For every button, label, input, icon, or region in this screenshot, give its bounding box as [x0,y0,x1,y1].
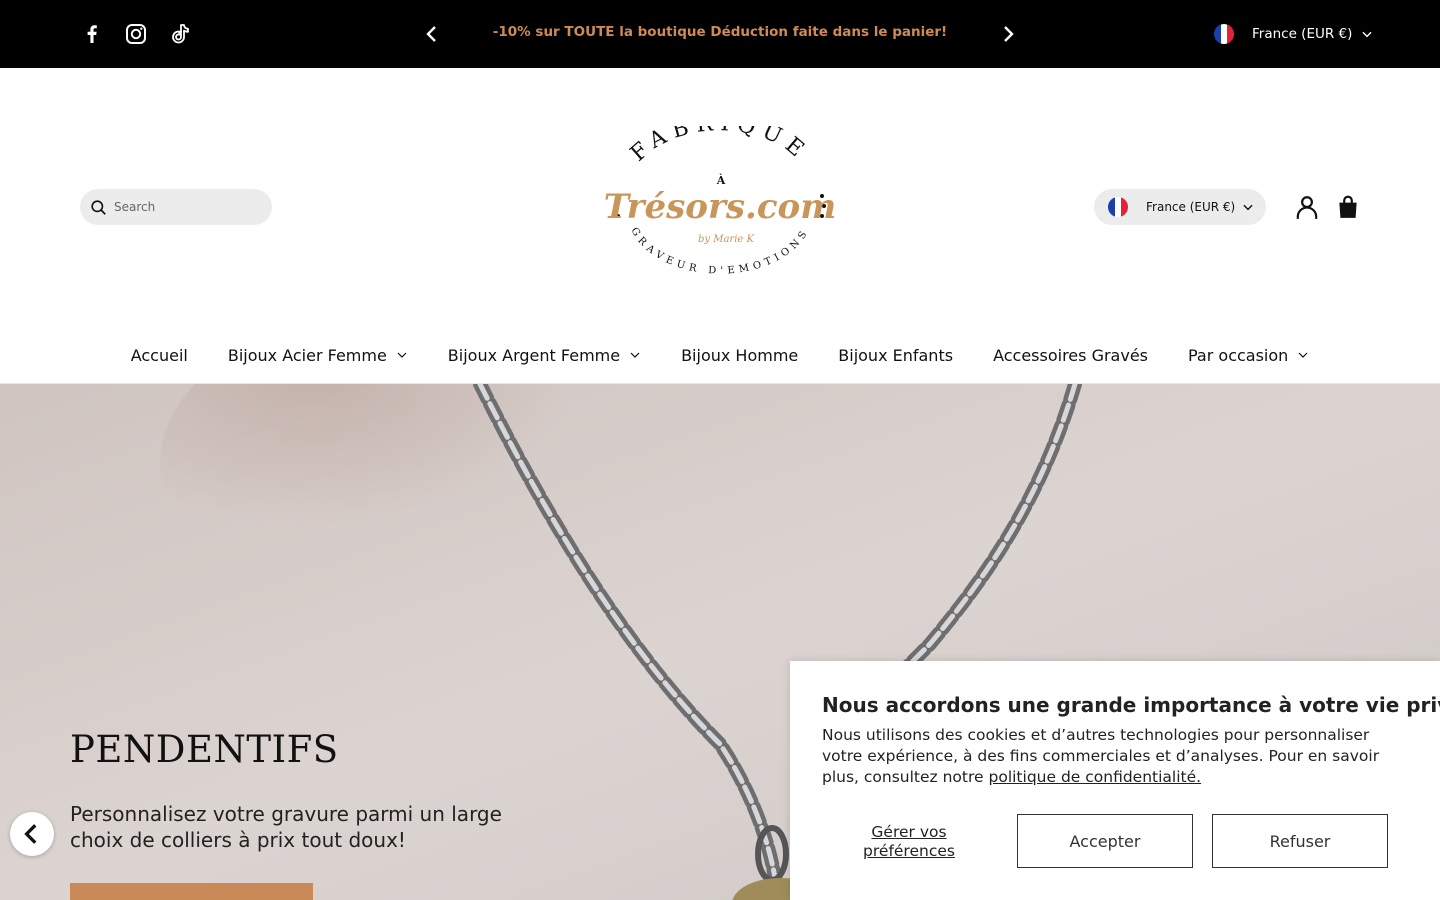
site-header: FABRIQUE À Trésors.com by Marie K GRAVEU… [0,68,1440,384]
chevron-right-icon[interactable] [996,22,1020,46]
facebook-icon[interactable] [80,22,104,46]
nav-item-bijoux-argent-femme[interactable]: Bijoux Argent Femme [448,340,641,370]
search-icon [91,199,106,215]
country-label: France (EUR €) [1146,200,1236,214]
cart-icon[interactable] [1335,194,1361,220]
cookie-body: Nous utilisons des cookies et d’autres t… [822,725,1402,788]
manage-preferences-link[interactable]: Gérer vos préférences [844,823,974,861]
nav-item-label: Bijoux Homme [681,345,799,365]
cookie-consent-banner: Nous accordons une grande importance à v… [790,661,1440,900]
country-label: France (EUR €) [1252,26,1353,42]
account-icon[interactable] [1294,194,1320,220]
hero-subtitle: Personnalisez votre gravure parmi un lar… [70,802,502,852]
tiktok-icon[interactable] [168,22,192,46]
chevron-down-icon [1362,31,1372,38]
slider-prev-button[interactable] [10,812,54,856]
country-selector-top[interactable]: France (EUR €) [1214,22,1374,46]
nav-item-par-occasion[interactable]: Par occasion [1188,340,1309,370]
france-flag-icon [1108,197,1128,217]
nav-item-bijoux-enfants[interactable]: Bijoux Enfants [838,340,953,370]
nav-item-label: Accessoires Gravés [993,345,1148,365]
logo-byline-text: by Marie K [698,234,755,245]
logo-middle-text: À [716,173,726,187]
accept-button[interactable]: Accepter [1017,814,1193,868]
chevron-left-icon [24,824,37,844]
nav-item-label: Par occasion [1188,345,1289,365]
chevron-down-icon [630,352,640,358]
hero-title: PENDENTIFS [70,728,339,771]
search-bar[interactable] [80,189,272,225]
main-navigation: Accueil Bijoux Acier Femme Bijoux Argent F… [0,340,1440,370]
logo-top-text: FABRIQUE [626,126,807,167]
chevron-down-icon [1298,352,1308,358]
instagram-icon[interactable] [124,22,148,46]
chevron-down-icon [1243,204,1253,211]
nav-item-bijoux-homme[interactable]: Bijoux Homme [681,340,798,370]
country-selector[interactable]: France (EUR €) [1094,189,1266,225]
nav-item-label: Bijoux Acier Femme [227,345,387,365]
nav-item-accueil[interactable]: Accueil [131,340,188,370]
site-logo[interactable]: FABRIQUE À Trésors.com by Marie K GRAVEU… [600,126,840,286]
hero-cta-button[interactable] [70,883,313,900]
search-input[interactable] [114,200,264,214]
chevron-down-icon [397,352,407,358]
nav-item-label: Accueil [130,345,188,365]
privacy-policy-link[interactable]: politique de confidentialité. [989,768,1202,786]
nav-item-label: Bijoux Enfants [838,345,954,365]
france-flag-icon [1214,24,1234,44]
chevron-left-icon[interactable] [420,22,444,46]
announcement-text: -10% sur TOUTE la boutique Déduction fai… [492,24,948,40]
announcement-bar: -10% sur TOUTE la boutique Déduction fai… [0,0,1440,68]
logo-brand-text: Trésors.com [604,187,836,227]
svg-text:FABRIQUE: FABRIQUE [626,126,814,167]
decline-button[interactable]: Refuser [1212,814,1388,868]
nav-item-accessoires-graves[interactable]: Accessoires Gravés [993,340,1148,370]
nav-item-bijoux-acier-femme[interactable]: Bijoux Acier Femme [228,340,408,370]
nav-item-label: Bijoux Argent Femme [447,345,621,365]
cookie-title: Nous accordons une grande importance à v… [822,693,1440,717]
